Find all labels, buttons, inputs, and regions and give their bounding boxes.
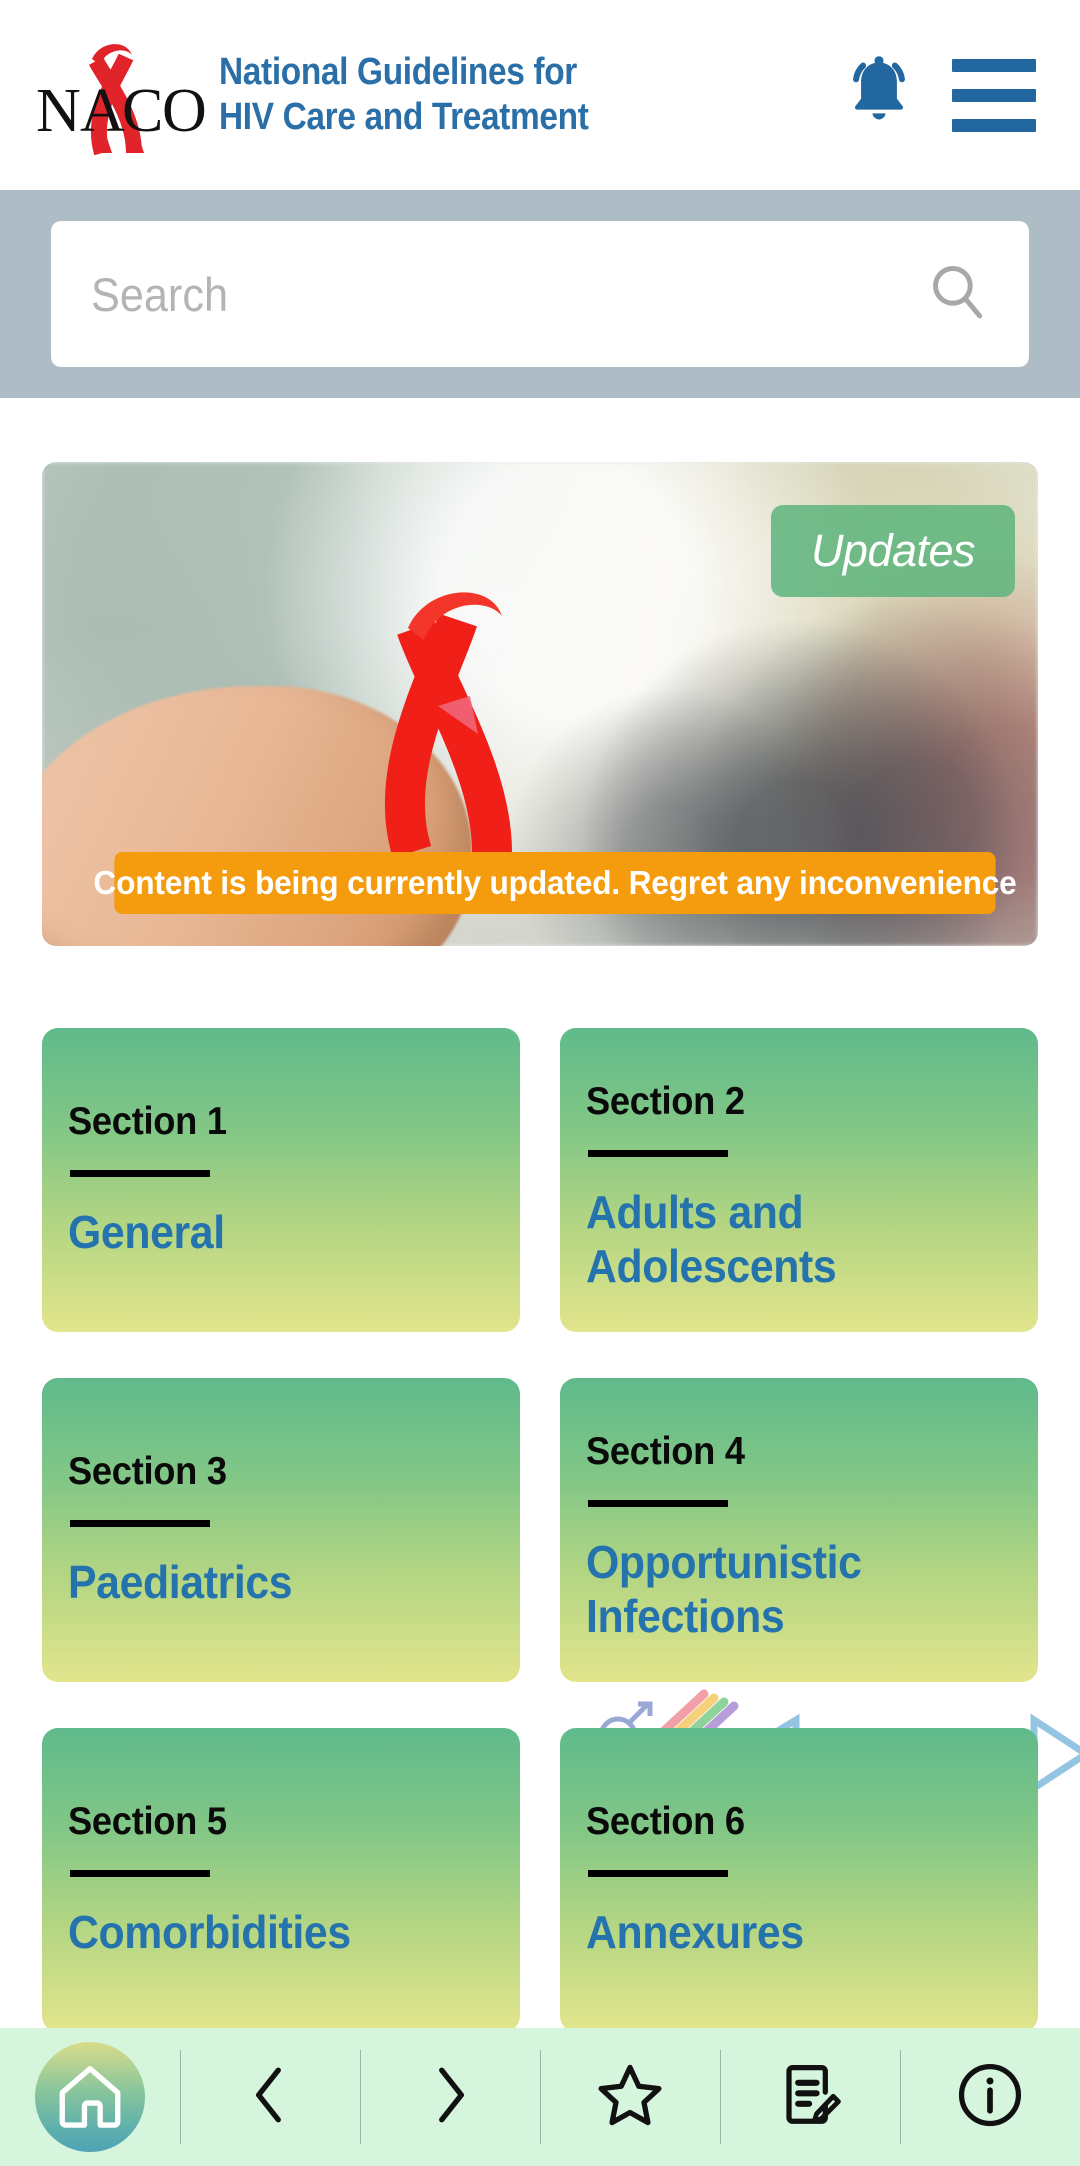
nav-item-forward[interactable]: [360, 2028, 540, 2166]
home-icon: [53, 2058, 127, 2137]
search-band: [0, 190, 1080, 398]
section-card-3[interactable]: Section 3 Paediatrics: [42, 1378, 520, 1682]
home-button-circle[interactable]: [35, 2042, 145, 2152]
app-header: N A C O National Guidelines for HIV Care…: [0, 0, 1080, 190]
svg-text:N: N: [36, 77, 81, 145]
update-notice-banner: Content is being currently updated. Regr…: [93, 852, 1017, 914]
hamburger-menu-icon-bar-1: [952, 58, 1036, 72]
nav-item-notes[interactable]: [720, 2028, 900, 2166]
hero-banner[interactable]: Updates Content is being currently updat…: [42, 462, 1038, 946]
chevron-right-icon: [417, 2062, 483, 2133]
section-title: Adults and Adolescents: [586, 1186, 837, 1293]
section-divider: [588, 1870, 728, 1878]
hamburger-menu-icon-bar-2: [952, 88, 1036, 102]
naco-logo-icon: N A C O: [30, 35, 205, 155]
section-card-5[interactable]: Section 5 Comorbidities: [42, 1728, 520, 2032]
app-title-line-1: National Guidelines for: [219, 51, 577, 94]
section-title: Paediatrics: [68, 1556, 293, 1609]
chevron-left-icon: [237, 2062, 303, 2133]
section-card-2[interactable]: Section 2 Adults and Adolescents: [560, 1028, 1038, 1332]
nav-item-back[interactable]: [180, 2028, 360, 2166]
section-label: Section 5: [68, 1800, 227, 1844]
nav-item-home[interactable]: [0, 2028, 180, 2166]
section-divider: [588, 1150, 728, 1157]
section-label: Section 6: [586, 1800, 745, 1844]
section-divider: [588, 1500, 728, 1507]
section-title: Annexures: [586, 1906, 804, 1959]
nav-item-info[interactable]: [900, 2028, 1080, 2166]
notifications-button[interactable]: [824, 40, 934, 150]
section-grid: Section 1 General Section 2 Adults and A…: [42, 1028, 1038, 2032]
updates-button[interactable]: Updates: [771, 505, 1015, 597]
brand-block[interactable]: N A C O National Guidelines for HIV Care…: [30, 35, 639, 155]
star-icon: [595, 2060, 665, 2135]
section-label: Section 4: [586, 1430, 745, 1473]
info-circle-icon: [955, 2060, 1025, 2135]
section-card-6[interactable]: Section 6 Annexures: [560, 1728, 1038, 2032]
section-card-4[interactable]: Section 4 Opportunistic Infections: [560, 1378, 1038, 1682]
note-edit-icon: [775, 2060, 845, 2135]
section-title: Comorbidities: [68, 1906, 351, 1959]
search-box[interactable]: [51, 221, 1029, 367]
bell-icon: [836, 50, 922, 141]
svg-text:A: A: [80, 77, 125, 145]
search-input[interactable]: [91, 266, 855, 322]
section-label: Section 3: [68, 1450, 227, 1494]
app-title: National Guidelines for HIV Care and Tre…: [219, 50, 589, 140]
section-title: General: [68, 1206, 225, 1259]
section-label: Section 1: [68, 1100, 227, 1144]
section-divider: [70, 1520, 210, 1528]
section-divider: [70, 1870, 210, 1878]
svg-text:O: O: [162, 77, 205, 145]
app-title-line-2: HIV Care and Treatment: [219, 96, 589, 138]
search-icon: [924, 259, 990, 330]
section-title: Opportunistic Infections: [586, 1536, 862, 1643]
nav-item-favourites[interactable]: [540, 2028, 720, 2166]
hamburger-menu-icon-bar-3: [952, 118, 1036, 132]
svg-text:C: C: [122, 77, 163, 145]
section-divider: [70, 1170, 210, 1178]
search-button[interactable]: [921, 258, 993, 330]
section-card-1[interactable]: Section 1 General: [42, 1028, 520, 1332]
bottom-navigation-bar: [0, 2028, 1080, 2166]
red-ribbon-icon: [342, 584, 562, 859]
menu-button[interactable]: [934, 40, 1054, 150]
section-label: Section 2: [586, 1080, 745, 1123]
